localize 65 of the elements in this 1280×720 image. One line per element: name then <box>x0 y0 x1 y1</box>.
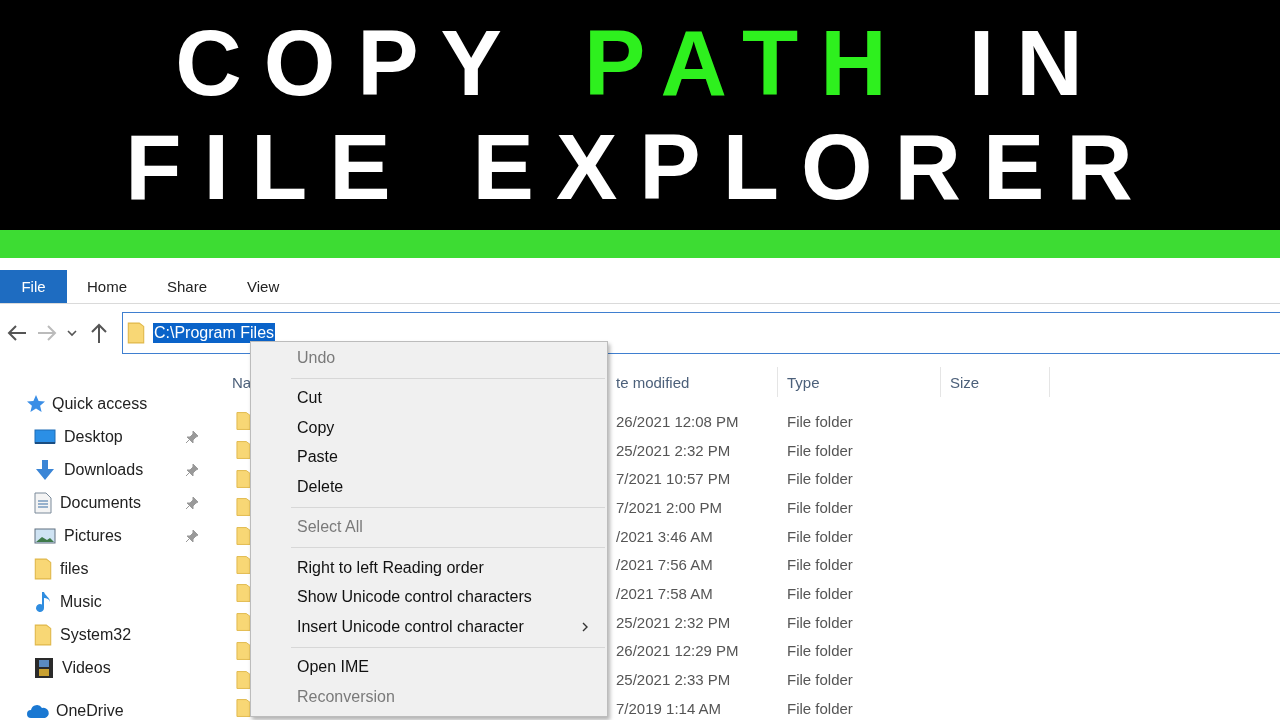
star-icon <box>26 393 46 414</box>
table-cell: File folder <box>787 441 853 459</box>
table-cell: File folder <box>787 412 853 430</box>
ribbon-tab[interactable]: File <box>0 270 67 303</box>
table-cell: File folder <box>787 470 853 488</box>
sidebar-item[interactable]: Documents <box>0 486 222 519</box>
sidebar-item[interactable]: OneDrive <box>0 694 222 720</box>
table-cell: 7/2019 1:14 AM <box>616 699 722 717</box>
sidebar-item[interactable]: Music <box>0 585 222 618</box>
menu-item[interactable]: Right to left Reading order <box>251 553 607 583</box>
menu-item[interactable]: Copy <box>251 413 607 443</box>
folder-icon <box>34 623 52 646</box>
table-cell: 7/2021 10:57 PM <box>616 470 731 488</box>
title-word: PATH <box>583 13 909 113</box>
table-cell: 26/2021 12:29 PM <box>616 642 739 660</box>
table-cell: File folder <box>787 642 853 660</box>
table-cell: File folder <box>787 498 853 516</box>
film-icon <box>34 656 54 679</box>
sidebar-item[interactable]: Videos <box>0 651 222 684</box>
picture-icon <box>34 526 56 545</box>
menu-item[interactable]: Open IME <box>251 652 607 682</box>
menu-item[interactable]: Paste <box>251 442 607 472</box>
table-cell: 7/2021 2:00 PM <box>616 498 722 516</box>
column-header[interactable]: te modified <box>616 373 690 391</box>
folder-icon <box>127 321 145 344</box>
sidebar-item[interactable]: Quick access <box>0 387 222 420</box>
folder-icon <box>34 557 52 580</box>
column-header[interactable]: Type <box>787 373 820 391</box>
table-cell: File folder <box>787 527 853 545</box>
ribbon-tab[interactable]: Home <box>67 270 147 303</box>
table-cell: /2021 3:46 AM <box>616 527 713 545</box>
address-text: C:\Program Files <box>153 322 276 343</box>
table-cell: File folder <box>787 613 853 631</box>
table-cell: 25/2021 2:32 PM <box>616 613 731 631</box>
title-word: EXPLORER <box>472 117 1155 217</box>
table-cell: 26/2021 12:08 PM <box>616 412 739 430</box>
table-cell: File folder <box>787 556 853 574</box>
menu-item[interactable]: Insert Unicode control character <box>251 612 607 642</box>
ribbon-tab[interactable]: Share <box>147 270 228 303</box>
title-word: IN <box>968 13 1105 113</box>
table-cell: 25/2021 2:33 PM <box>616 671 731 689</box>
sidebar-item[interactable]: Downloads <box>0 453 222 486</box>
cloud-icon <box>26 702 50 719</box>
table-cell: File folder <box>787 584 853 602</box>
table-cell: File folder <box>787 671 853 689</box>
table-cell: /2021 7:56 AM <box>616 556 713 574</box>
monitor-icon <box>34 427 56 446</box>
sidebar-item[interactable]: Desktop <box>0 420 222 453</box>
sidebar-item[interactable]: files <box>0 552 222 585</box>
sidebar-item[interactable]: Pictures <box>0 519 222 552</box>
table-cell: /2021 7:58 AM <box>616 584 713 602</box>
menu-item[interactable]: Delete <box>251 472 607 502</box>
ribbon-tab[interactable]: View <box>227 270 300 303</box>
download-icon <box>34 458 56 481</box>
menu-item[interactable]: Show Unicode control characters <box>251 582 607 612</box>
title-word: COPY <box>175 13 524 113</box>
sidebar-item[interactable]: System32 <box>0 618 222 651</box>
table-cell: File folder <box>787 699 853 717</box>
document-icon <box>34 491 52 514</box>
menu-item[interactable]: Cut <box>251 383 607 413</box>
table-cell: 25/2021 2:32 PM <box>616 441 731 459</box>
column-header[interactable]: Na <box>232 373 252 391</box>
column-header[interactable]: Size <box>950 373 980 391</box>
music-note-icon <box>34 590 52 613</box>
title-word: FILE <box>125 117 413 217</box>
